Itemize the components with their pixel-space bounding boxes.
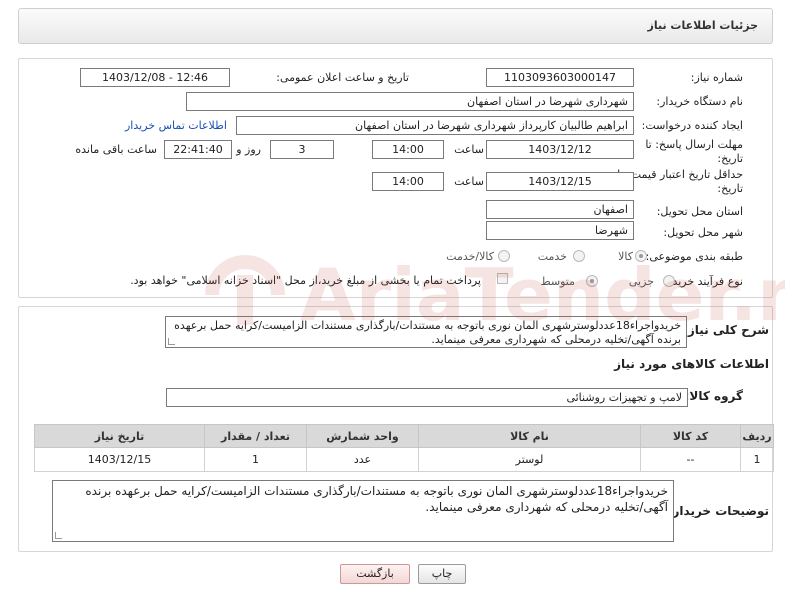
days-remaining-field: 3 xyxy=(270,140,334,159)
print-button[interactable]: چاپ xyxy=(418,564,466,584)
category-option-goods: کالا xyxy=(618,250,633,263)
reply-date-field: 1403/12/12 xyxy=(486,140,634,159)
validity-time-field: 14:00 xyxy=(372,172,444,191)
price-validity-label-date: تاریخ: xyxy=(717,182,743,195)
reply-time-label: ساعت xyxy=(454,143,484,156)
buyer-org-label: نام دستگاه خریدار: xyxy=(656,95,743,108)
back-button[interactable]: بازگشت xyxy=(340,564,410,584)
goods-table: ردیف کد کالا نام کالا واحد شمارش تعداد /… xyxy=(34,424,774,472)
category-radio-service[interactable] xyxy=(573,250,585,262)
purchase-radio-medium[interactable] xyxy=(586,275,598,287)
goods-table-header: ردیف کد کالا نام کالا واحد شمارش تعداد /… xyxy=(34,424,774,448)
col-goods-code: کد کالا xyxy=(640,424,741,448)
purchase-type-label: نوع فرآیند خرید : xyxy=(665,275,743,288)
cell-row-number: 1 xyxy=(740,447,774,472)
general-description-text: خریدواجراء18عددلوسترشهری المان نوری باتو… xyxy=(174,319,681,346)
col-quantity: تعداد / مقدار xyxy=(204,424,307,448)
buyer-org-field: شهرداری شهرضا در استان اصفهان xyxy=(186,92,634,111)
cell-quantity: 1 xyxy=(204,447,307,472)
reply-deadline-label-date: تاریخ: xyxy=(717,152,743,165)
province-field: اصفهان xyxy=(486,200,634,219)
general-description-label: شرح کلی نیاز: xyxy=(683,323,769,337)
remaining-time-field: 22:41:40 xyxy=(164,140,232,159)
category-option-goods-service: کالا/خدمت xyxy=(446,250,494,263)
buyer-description-text: خریدواجراء18عددلوسترشهری المان نوری باتو… xyxy=(85,484,668,514)
purchase-option-medium: متوسط xyxy=(540,275,575,288)
col-unit: واحد شمارش xyxy=(306,424,419,448)
announce-datetime-field: 1403/12/08 - 12:46 xyxy=(80,68,230,87)
remaining-time-label: ساعت باقی مانده xyxy=(75,143,157,156)
col-row-number: ردیف xyxy=(740,424,774,448)
reply-deadline-label: مهلت ارسال پاسخ: تا xyxy=(645,138,743,151)
goods-info-title: اطلاعات کالاهای مورد نیاز xyxy=(614,357,769,371)
cell-need-date: 1403/12/15 xyxy=(34,447,205,472)
treasury-payment-note: پرداخت تمام یا بخشی از مبلغ خرید،از محل … xyxy=(130,274,481,287)
province-label: استان محل تحویل: xyxy=(656,205,743,218)
resize-grip-icon[interactable] xyxy=(168,338,175,345)
page-header: جزئیات اطلاعات نیاز xyxy=(18,8,773,44)
resize-grip-icon[interactable] xyxy=(55,532,62,539)
creator-field: ابراهیم طالبیان کارپرداز شهرداری شهرضا د… xyxy=(236,116,634,135)
creator-label: ایجاد کننده درخواست: xyxy=(641,119,743,132)
treasury-payment-checkbox[interactable] xyxy=(497,273,508,284)
page-title: جزئیات اطلاعات نیاز xyxy=(647,19,759,32)
category-label: طبقه بندی موضوعی: xyxy=(645,250,743,263)
announce-datetime-label: تاریخ و ساعت اعلان عمومی: xyxy=(276,71,409,84)
category-radio-goods[interactable] xyxy=(635,250,647,262)
goods-group-label: گروه کالا: xyxy=(684,389,743,403)
cell-goods-code: -- xyxy=(640,447,741,472)
goods-group-field: لامپ و تجهیزات روشنائی xyxy=(166,388,688,407)
need-number-label: شماره نیاز: xyxy=(690,71,743,84)
need-number-field: 1103093603000147 xyxy=(486,68,634,87)
category-option-service: خدمت xyxy=(537,250,567,263)
buyer-contact-link[interactable]: اطلاعات تماس خریدار xyxy=(125,119,227,132)
reply-time-field: 14:00 xyxy=(372,140,444,159)
col-goods-name: نام کالا xyxy=(418,424,641,448)
validity-time-label: ساعت xyxy=(454,175,484,188)
purchase-radio-minor[interactable] xyxy=(663,275,675,287)
col-need-date: تاریخ نیاز xyxy=(34,424,205,448)
city-field: شهرضا xyxy=(486,221,634,240)
days-label: روز و xyxy=(236,143,261,156)
purchase-option-minor: جزیی xyxy=(628,275,654,288)
validity-date-field: 1403/12/15 xyxy=(486,172,634,191)
buyer-description-label: توضیحات خریدار: xyxy=(667,504,769,518)
city-label: شهر محل تحویل: xyxy=(663,226,743,239)
buyer-description-field: خریدواجراء18عددلوسترشهری المان نوری باتو… xyxy=(52,480,674,542)
price-validity-label: حداقل تاریخ اعتبار قیمت: تا xyxy=(617,168,743,181)
cell-unit: عدد xyxy=(306,447,419,472)
table-row: 1 -- لوستر عدد 1 1403/12/15 xyxy=(34,447,774,472)
cell-goods-name: لوستر xyxy=(418,447,641,472)
general-description-field: خریدواجراء18عددلوسترشهری المان نوری باتو… xyxy=(165,316,687,348)
category-radio-goods-service[interactable] xyxy=(498,250,510,262)
